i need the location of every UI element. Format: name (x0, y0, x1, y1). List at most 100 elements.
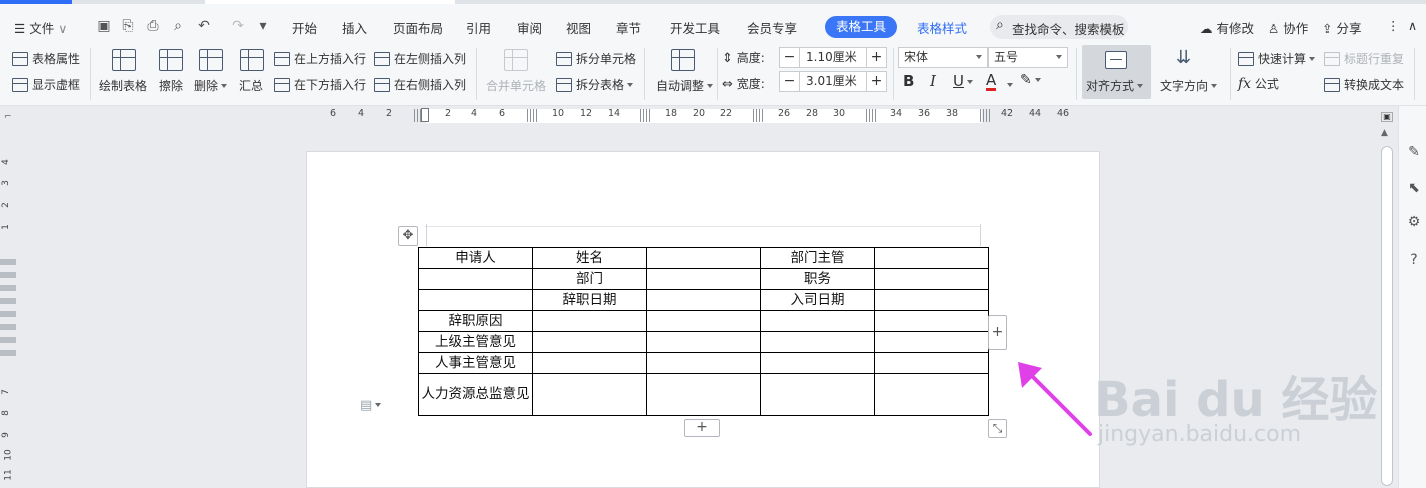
undo-icon[interactable]: ↶ (195, 17, 213, 35)
auto-fit-icon[interactable] (671, 49, 695, 71)
ruler-column-marker[interactable] (866, 109, 877, 122)
delete-table-icon[interactable] (199, 49, 223, 71)
table-cell[interactable] (874, 247, 989, 269)
delete-button[interactable]: 删除 (194, 77, 228, 94)
col-width-stepper[interactable]: − 3.01厘米 + (779, 71, 887, 92)
table-cell[interactable]: 人力资源总监意见 (418, 373, 533, 416)
indent-marker[interactable] (421, 108, 429, 122)
quick-calc-button[interactable]: 快速计算 (1238, 50, 1316, 67)
bold-icon[interactable]: B (903, 72, 914, 90)
table-cell[interactable] (646, 247, 761, 269)
erase-button[interactable]: 擦除 (159, 77, 183, 94)
add-column-button[interactable]: + (988, 315, 1007, 350)
tab-page-layout[interactable]: 页面布局 (393, 18, 443, 37)
ruler-column-marker[interactable] (980, 109, 991, 122)
redo-icon[interactable]: ↷ (229, 17, 247, 35)
formula-button[interactable]: fx 公式 (1238, 75, 1279, 92)
table-cell[interactable] (760, 331, 875, 353)
table-cell[interactable] (760, 352, 875, 374)
select-cursor-icon[interactable]: ⬉ (1406, 180, 1422, 196)
save-icon[interactable]: ▣ (95, 17, 113, 35)
table-cell[interactable] (874, 268, 989, 290)
edit-icon[interactable]: ✎ (1406, 144, 1422, 160)
resize-table-icon[interactable]: ⤡ (988, 419, 1007, 438)
modified-button[interactable]: ☁ 有修改 (1200, 18, 1254, 37)
insert-col-left-button[interactable]: 在左侧插入列 (374, 50, 466, 67)
panel-toggle-icon[interactable]: ▣ (1381, 112, 1393, 122)
underline-icon[interactable]: U (953, 72, 973, 90)
eraser-icon[interactable] (159, 49, 183, 71)
table-cell[interactable] (646, 289, 761, 311)
table-cell[interactable] (532, 310, 647, 332)
vertical-ruler[interactable]: 4 3 2 1 7 8 9 10 11 (0, 124, 17, 488)
table-cell[interactable] (646, 268, 761, 290)
resignation-table[interactable]: 申请人 姓名 部门主管 部门 职务 辞职日期 入司日期 辞职原因 上级主管意见 人事主管意见 人力资… (418, 247, 989, 416)
table-cell[interactable] (418, 268, 533, 290)
chevron-up-icon[interactable]: ∧ (1408, 18, 1417, 33)
increase-width-button[interactable]: + (866, 72, 886, 91)
font-size-select[interactable]: 五号 (988, 47, 1068, 68)
decrease-width-button[interactable]: − (780, 72, 800, 91)
insert-col-right-button[interactable]: 在右侧插入列 (374, 76, 466, 93)
highlight-icon[interactable]: ✎ (1020, 72, 1041, 88)
row-marker[interactable] (0, 285, 16, 291)
ruler-column-marker[interactable] (527, 109, 538, 122)
font-color-icon[interactable]: A (986, 72, 997, 91)
show-gridlines-button[interactable]: 显示虚框 (12, 76, 80, 93)
table-cell[interactable] (532, 331, 647, 353)
table-cell[interactable] (646, 352, 761, 374)
text-direction-button[interactable]: 文字方向 (1160, 77, 1218, 94)
table-cell[interactable] (532, 352, 647, 374)
convert-to-text-button[interactable]: 转换成文本 (1324, 76, 1404, 93)
table-cell[interactable] (646, 331, 761, 353)
add-row-button[interactable]: + (684, 419, 720, 437)
italic-icon[interactable]: I (930, 72, 936, 90)
table-cell[interactable] (874, 373, 989, 416)
row-height-stepper[interactable]: − 1.10厘米 + (779, 47, 887, 68)
table-cell[interactable] (760, 310, 875, 332)
paragraph-icon[interactable]: ▤ (360, 398, 382, 413)
row-marker[interactable] (0, 298, 16, 304)
row-marker[interactable] (0, 337, 16, 343)
help-icon[interactable]: ? (1406, 252, 1422, 268)
row-marker[interactable] (0, 350, 16, 356)
tab-table-tools[interactable]: 表格工具 (825, 16, 898, 38)
table-cell[interactable] (418, 289, 533, 311)
horizontal-ruler[interactable]: ⌐ 6 4 2 2 4 6 10 12 14 18 20 22 26 28 30… (0, 106, 1426, 124)
table-cell[interactable]: 部门主管 (760, 247, 875, 269)
table-cell[interactable]: 人事主管意见 (418, 352, 533, 374)
move-table-icon[interactable]: ✥ (398, 226, 418, 246)
table-cell[interactable] (760, 373, 875, 416)
insert-row-below-button[interactable]: 在下方插入行 (274, 76, 366, 93)
split-table-button[interactable]: 拆分表格 (556, 76, 634, 93)
row-marker[interactable] (0, 324, 16, 330)
print-preview-icon[interactable]: ⌕ (169, 17, 187, 35)
repeat-header-button[interactable]: 标题行重复 (1324, 50, 1404, 67)
table-cell[interactable] (646, 373, 761, 416)
draw-table-icon[interactable] (112, 49, 136, 71)
tab-developer[interactable]: 开发工具 (670, 18, 720, 37)
scroll-up-icon[interactable]: ▲ (1381, 128, 1388, 138)
chevron-down-icon[interactable] (1004, 78, 1013, 92)
tab-stop-marker[interactable] (520, 117, 528, 123)
file-menu[interactable]: ☰ 文件 ∨ (14, 18, 67, 37)
ruler-column-marker[interactable] (753, 109, 764, 122)
search-box[interactable]: ⌕ 查找命令、搜索模板 (990, 15, 1128, 39)
tab-chapter[interactable]: 章节 (616, 18, 641, 37)
customize-toolbar-icon[interactable]: ▾ (254, 17, 272, 35)
table-cell[interactable] (874, 352, 989, 374)
collaborate-button[interactable]: ♙ 协作 (1268, 18, 1308, 37)
export-icon[interactable]: ⎘ (119, 17, 137, 35)
table-cell[interactable]: 辞职日期 (532, 289, 647, 311)
align-button[interactable]: 对齐方式 (1082, 45, 1151, 99)
text-direction-icon[interactable]: ⇊ (1176, 47, 1191, 68)
table-cell[interactable]: 姓名 (532, 247, 647, 269)
settings-sliders-icon[interactable]: ⚙ (1406, 214, 1422, 230)
summary-button[interactable]: 汇总 (239, 77, 263, 94)
table-cell[interactable] (874, 331, 989, 353)
font-name-select[interactable]: 宋体 (898, 47, 988, 68)
print-icon[interactable]: ⎙ (144, 17, 162, 35)
tab-member[interactable]: 会员专享 (747, 18, 797, 37)
table-cell[interactable]: 上级主管意见 (418, 331, 533, 353)
increase-height-button[interactable]: + (866, 48, 886, 67)
